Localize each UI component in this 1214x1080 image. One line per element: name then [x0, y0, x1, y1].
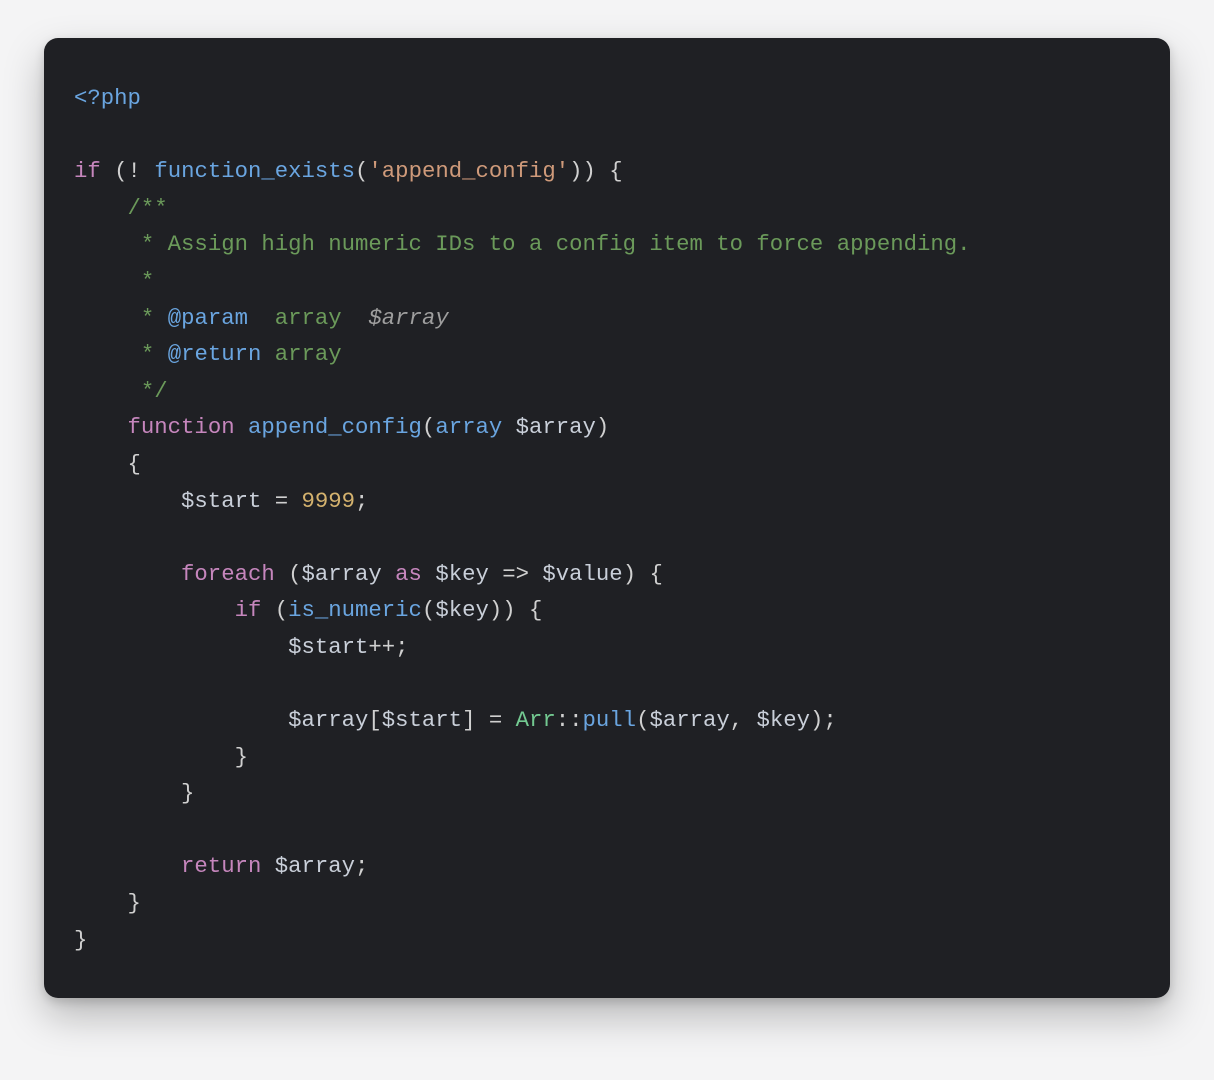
code-line: if (! function_exists('append_config')) …: [74, 158, 623, 184]
code-line: }: [74, 927, 87, 953]
code-token: ;: [355, 488, 368, 514]
code-token: Arr: [516, 707, 556, 733]
code-token: )) {: [569, 158, 623, 184]
code-token: =>: [489, 561, 543, 587]
code-line: <?php: [74, 85, 141, 111]
code-line: function append_config(array $array): [74, 414, 609, 440]
code-token: (: [101, 158, 128, 184]
code-token: return: [181, 853, 261, 879]
code-token: array: [435, 414, 502, 440]
code-line: if (is_numeric($key)) {: [74, 597, 542, 623]
code-token: $start: [382, 707, 462, 733]
code-token: (: [636, 707, 649, 733]
code-token: if: [74, 158, 101, 184]
code-line: * Assign high numeric IDs to a config it…: [74, 231, 971, 257]
code-token: ::: [556, 707, 583, 733]
code-token: [422, 561, 435, 587]
code-token: ): [596, 414, 609, 440]
code-line: *: [74, 268, 154, 294]
code-token: }: [235, 744, 248, 770]
code-token: (: [355, 158, 368, 184]
code-token: ] =: [462, 707, 516, 733]
code-token: 'append_config': [368, 158, 569, 184]
code-token: ) {: [623, 561, 663, 587]
code-token: is_numeric: [288, 597, 422, 623]
code-token: foreach: [181, 561, 275, 587]
code-token: 9999: [302, 488, 356, 514]
code-token: /**: [128, 195, 168, 221]
code-token: $array: [275, 853, 355, 879]
code-block[interactable]: <?php if (! function_exists('append_conf…: [74, 80, 1140, 958]
code-token: */: [128, 378, 168, 404]
code-token: ++: [368, 634, 395, 660]
code-token: *: [128, 341, 168, 367]
code-token: [502, 414, 515, 440]
code-token: <?php: [74, 85, 141, 111]
code-token: (: [422, 597, 435, 623]
code-token: $key: [757, 707, 811, 733]
code-token: (: [261, 597, 288, 623]
code-token: [235, 414, 248, 440]
code-token: $array: [368, 305, 448, 331]
code-token: }: [181, 780, 194, 806]
code-token: *: [128, 305, 168, 331]
code-line: foreach ($array as $key => $value) {: [74, 561, 663, 587]
code-token: =: [261, 488, 301, 514]
code-token: $array: [516, 414, 596, 440]
code-token: @param: [168, 305, 248, 331]
code-line: }: [74, 890, 141, 916]
code-token: [: [368, 707, 381, 733]
code-token: if: [235, 597, 262, 623]
code-line: */: [74, 378, 168, 404]
code-token: ;: [395, 634, 408, 660]
code-token: $key: [435, 597, 489, 623]
code-card: <?php if (! function_exists('append_conf…: [44, 38, 1170, 998]
code-token: function_exists: [154, 158, 355, 184]
code-line: /**: [74, 195, 168, 221]
code-line: $start = 9999;: [74, 488, 368, 514]
code-token: !: [128, 158, 141, 184]
code-token: $start: [181, 488, 261, 514]
code-token: *: [128, 268, 155, 294]
code-line: * @return array: [74, 341, 342, 367]
code-token: @return: [168, 341, 262, 367]
code-line: return $array;: [74, 853, 368, 879]
code-token: (: [422, 414, 435, 440]
code-line: * @param array $array: [74, 305, 449, 331]
code-token: {: [128, 451, 141, 477]
code-line: $array[$start] = Arr::pull($array, $key)…: [74, 707, 837, 733]
code-token: as: [395, 561, 422, 587]
code-token: }: [128, 890, 141, 916]
code-line: }: [74, 780, 194, 806]
code-token: array: [248, 305, 368, 331]
code-token: $value: [542, 561, 622, 587]
code-token: ;: [355, 853, 368, 879]
code-token: )) {: [489, 597, 543, 623]
code-line: }: [74, 744, 248, 770]
code-token: (: [275, 561, 302, 587]
code-token: ,: [730, 707, 757, 733]
code-token: [261, 853, 274, 879]
code-token: $array: [301, 561, 381, 587]
code-token: $array: [288, 707, 368, 733]
code-token: array: [261, 341, 341, 367]
code-token: pull: [583, 707, 637, 733]
code-token: function: [128, 414, 235, 440]
code-token: $array: [649, 707, 729, 733]
code-token: $key: [435, 561, 489, 587]
code-token: * Assign high numeric IDs to a config it…: [128, 231, 971, 257]
code-token: }: [74, 927, 87, 953]
code-line: $start++;: [74, 634, 409, 660]
code-token: $start: [288, 634, 368, 660]
code-token: append_config: [248, 414, 422, 440]
code-token: [382, 561, 395, 587]
code-token: );: [810, 707, 837, 733]
code-line: {: [74, 451, 141, 477]
code-token: [141, 158, 154, 184]
